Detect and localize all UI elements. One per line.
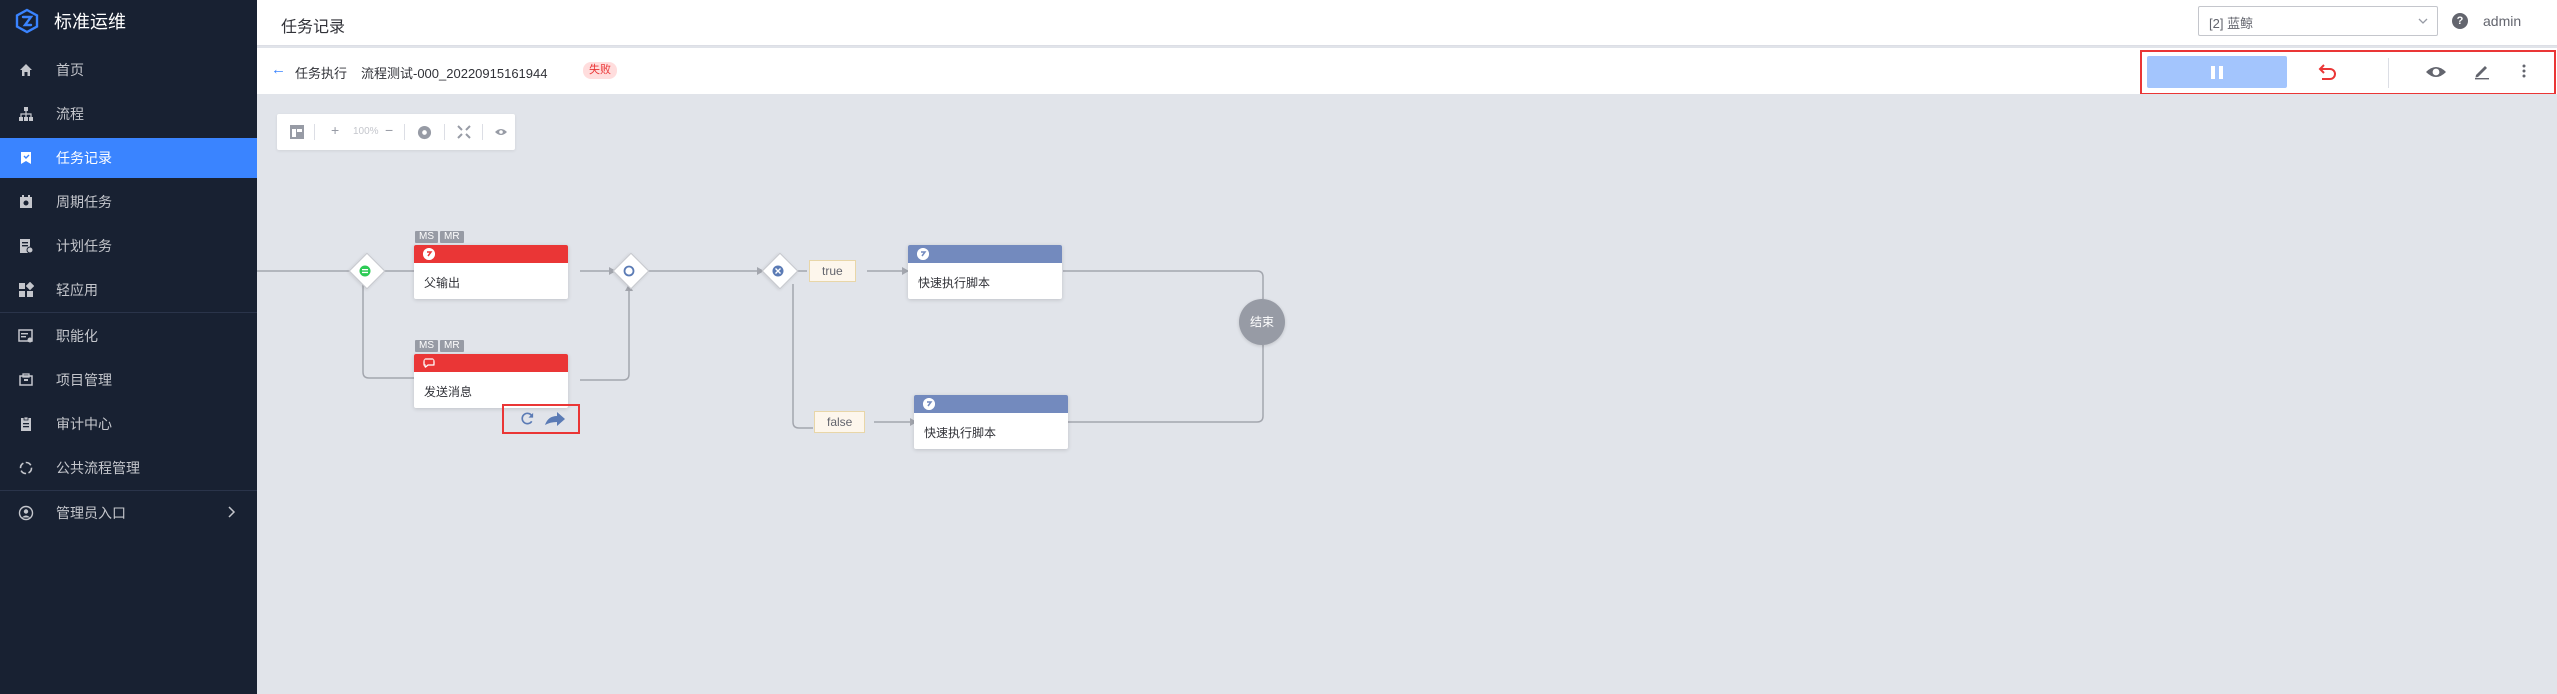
help-icon[interactable]: ? <box>2452 13 2468 29</box>
top-header: 任务记录 [2] 蓝鲸 ? admin <box>257 0 2557 46</box>
sidebar-item-label: 管理员入口 <box>56 505 126 521</box>
sidebar-divider <box>0 312 257 313</box>
mr-tag: MR <box>440 231 464 243</box>
audit-icon <box>18 416 34 432</box>
sidebar-item-home[interactable]: 首页 <box>0 50 257 90</box>
connector-line <box>1068 345 1264 423</box>
sidebar-item-project[interactable]: 项目管理 <box>0 360 257 400</box>
back-arrow-icon[interactable]: ← <box>271 61 286 78</box>
node-name: 快速执行脚本 <box>918 276 991 290</box>
plan-task-icon <box>18 238 34 254</box>
chevron-right-icon <box>228 506 236 518</box>
status-badge: 失败 <box>583 62 617 79</box>
edit-icon[interactable] <box>2472 61 2492 81</box>
home-icon <box>18 62 34 78</box>
node-name: 快速执行脚本 <box>924 426 997 440</box>
more-icon[interactable] <box>2519 61 2529 81</box>
flow-connectors <box>257 267 1264 429</box>
condition-false[interactable]: false <box>814 411 866 433</box>
breadcrumb-task-execute: 任务执行 <box>295 66 348 81</box>
task-node-parent-output[interactable]: 父输出 <box>414 245 568 299</box>
sidebar-item-label: 任务记录 <box>56 150 112 166</box>
node-name: 父输出 <box>424 276 461 290</box>
sidebar-item-label: 审计中心 <box>56 416 112 432</box>
node-name: 发送消息 <box>424 385 473 399</box>
project-select[interactable]: [2] 蓝鲸 <box>2198 6 2438 36</box>
task-node-script-true[interactable]: 快速执行脚本 <box>908 245 1062 299</box>
toolbar-divider <box>2388 58 2389 88</box>
parallel-gateway-icon <box>359 265 371 277</box>
sidebar-item-label: 轻应用 <box>56 282 98 298</box>
sidebar-item-label: 周期任务 <box>56 194 112 210</box>
pause-icon <box>2211 65 2215 79</box>
ms-tag: MS <box>415 340 438 352</box>
sidebar-divider <box>0 490 257 491</box>
brand[interactable]: 标准运维 <box>0 0 257 42</box>
admin-icon <box>18 505 34 521</box>
connector-line <box>1063 270 1264 299</box>
page-title: 任务记录 <box>281 19 346 36</box>
chevron-down-icon <box>2418 18 2428 24</box>
sidebar-item-label: 首页 <box>56 62 84 78</box>
branch-gateway-icon <box>772 265 784 277</box>
task-subheader: ← 任务执行 流程测试-000_20220915161944 失败 <box>257 48 2557 95</box>
sidebar-item-admin[interactable]: 管理员入口 <box>0 493 257 533</box>
converge-gateway-icon <box>623 265 635 277</box>
common-flow-icon <box>18 460 34 476</box>
flow-icon <box>18 106 34 122</box>
retry-icon[interactable] <box>520 411 535 426</box>
ms-tag: MS <box>415 231 438 243</box>
mr-tag: MR <box>440 340 464 352</box>
operation-buttons-highlight <box>2140 50 2556 95</box>
app-name: 标准运维 <box>54 12 126 32</box>
revoke-icon[interactable] <box>2312 61 2340 85</box>
eye-icon[interactable] <box>2424 62 2448 82</box>
sidebar-item-label: 公共流程管理 <box>56 460 140 476</box>
sidebar-item-flow[interactable]: 流程 <box>0 94 257 134</box>
end-node[interactable]: 结束 <box>1239 299 1285 345</box>
node-failed-icon <box>423 248 435 260</box>
user-menu[interactable]: admin <box>2483 13 2521 29</box>
project-select-value: [2] 蓝鲸 <box>2209 16 2254 31</box>
sidebar-item-plan-task[interactable]: 计划任务 <box>0 226 257 266</box>
sidebar-item-label: 计划任务 <box>56 238 112 254</box>
task-node-send-message[interactable]: 发送消息 <box>414 354 568 408</box>
app-logo-icon <box>15 8 39 34</box>
sidebar-item-common-flow[interactable]: 公共流程管理 <box>0 448 257 488</box>
sidebar-item-light-app[interactable]: 轻应用 <box>0 270 257 310</box>
sidebar-item-label: 职能化 <box>56 328 98 344</box>
sidebar-item-task-record[interactable]: 任务记录 <box>0 138 257 178</box>
project-icon <box>18 372 34 388</box>
task-node-script-false[interactable]: 快速执行脚本 <box>914 395 1068 449</box>
pause-button[interactable] <box>2147 56 2287 88</box>
sidebar-item-label: 项目管理 <box>56 372 112 388</box>
node-actions-highlight <box>502 404 580 434</box>
connector-line <box>362 284 420 379</box>
script-node-icon <box>917 248 929 260</box>
periodic-task-icon <box>18 194 34 210</box>
task-name: 流程测试-000_20220915161944 <box>361 66 548 81</box>
skip-icon[interactable] <box>544 411 566 427</box>
sidebar-item-periodic-task[interactable]: 周期任务 <box>0 182 257 222</box>
condition-true[interactable]: true <box>809 260 856 282</box>
task-record-icon <box>18 150 34 166</box>
sidebar-item-audit[interactable]: 审计中心 <box>0 404 257 444</box>
script-node-icon <box>923 398 935 410</box>
sidebar-item-function[interactable]: 职能化 <box>0 316 257 356</box>
message-icon <box>423 358 435 369</box>
light-app-icon <box>18 281 35 298</box>
connector-line <box>792 284 813 429</box>
connector-line <box>580 291 630 381</box>
sidebar-item-label: 流程 <box>56 106 84 122</box>
sidebar: 标准运维 首页 流程 任务记录 周期任务 计划任务 轻应用 职能化 项目管理 审… <box>0 0 257 694</box>
function-icon <box>18 328 34 344</box>
flow-canvas[interactable]: + 100% − true false MS MR 父输出 MS MR 发送消息… <box>257 94 2557 694</box>
